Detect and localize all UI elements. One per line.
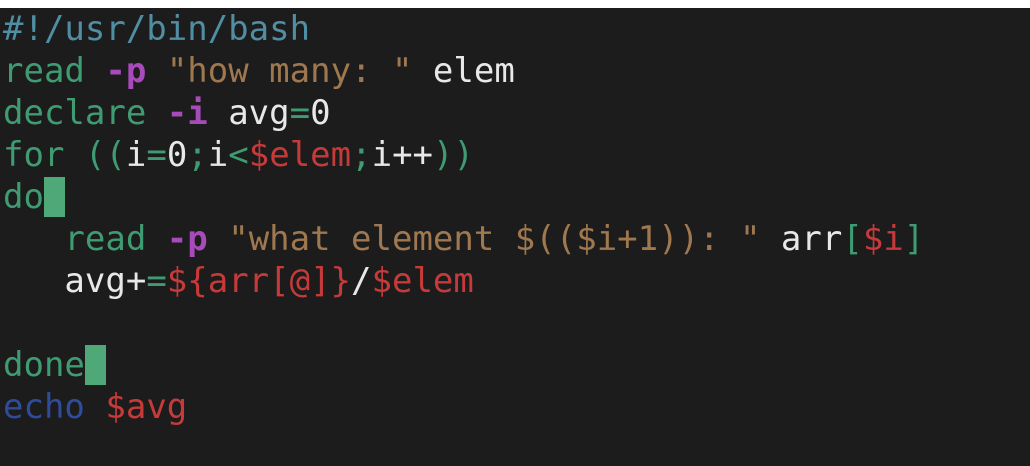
code-token: avg+: [64, 261, 147, 301]
code-line[interactable]: do: [3, 176, 65, 218]
code-token: $elem: [371, 261, 474, 301]
code-line[interactable]: done: [3, 344, 106, 386]
code-token: echo: [3, 387, 85, 427]
code-token: /: [351, 261, 372, 301]
code-token: =: [289, 93, 311, 133]
code-token: ]: [903, 219, 925, 259]
code-token: $i: [862, 219, 904, 259]
code-token: ;: [351, 135, 372, 175]
code-line[interactable]: #!/usr/bin/bash: [3, 8, 310, 50]
code-token: for: [3, 135, 65, 175]
code-token: =: [146, 261, 167, 301]
code-token: 0: [310, 93, 331, 133]
code-token: i: [125, 135, 147, 175]
code-token: do: [3, 177, 44, 217]
code-token: [: [842, 219, 863, 259]
code-line[interactable]: for ((i=0;i<$elem;i++)): [3, 134, 474, 176]
code-token: done: [3, 345, 85, 385]
code-line[interactable]: declare -i avg=0: [3, 92, 331, 134]
code-token: declare: [3, 93, 147, 133]
code-token: )): [433, 135, 474, 175]
code-token: 0: [166, 135, 188, 175]
code-token: -p: [166, 219, 208, 259]
code-token: <: [228, 135, 249, 175]
code-token: ${arr[@]}: [166, 261, 352, 301]
code-line[interactable]: echo $avg: [3, 386, 187, 428]
code-token: =: [146, 135, 167, 175]
code-token: -i: [166, 93, 208, 133]
code-token: -p: [105, 51, 147, 91]
code-token: $avg: [105, 387, 188, 427]
code-token: read: [3, 51, 85, 91]
code-token: "how many: ": [166, 51, 413, 91]
code-token: avg: [207, 93, 290, 133]
text-cursor: [84, 345, 106, 385]
text-cursor: [43, 177, 65, 217]
code-token: ;: [187, 135, 208, 175]
code-token: #!/usr/bin/bash: [3, 9, 311, 49]
code-token: i++: [371, 135, 434, 175]
code-token: read: [64, 219, 147, 259]
code-line[interactable]: read -p "what element $(($i+1)): " arr[$…: [3, 218, 924, 260]
code-line[interactable]: read -p "how many: " elem: [3, 50, 515, 92]
code-token: $elem: [248, 135, 352, 175]
code-editor[interactable]: #!/usr/bin/bash read -p "how many: " ele…: [0, 8, 1030, 466]
code-line[interactable]: avg+=${arr[@]}/$elem: [3, 260, 474, 302]
code-token: elem: [412, 51, 515, 91]
code-token: arr: [760, 219, 843, 259]
code-token: "what element $(($i+1)): ": [228, 219, 761, 259]
code-token: ((: [64, 135, 126, 175]
code-token: i: [207, 135, 229, 175]
